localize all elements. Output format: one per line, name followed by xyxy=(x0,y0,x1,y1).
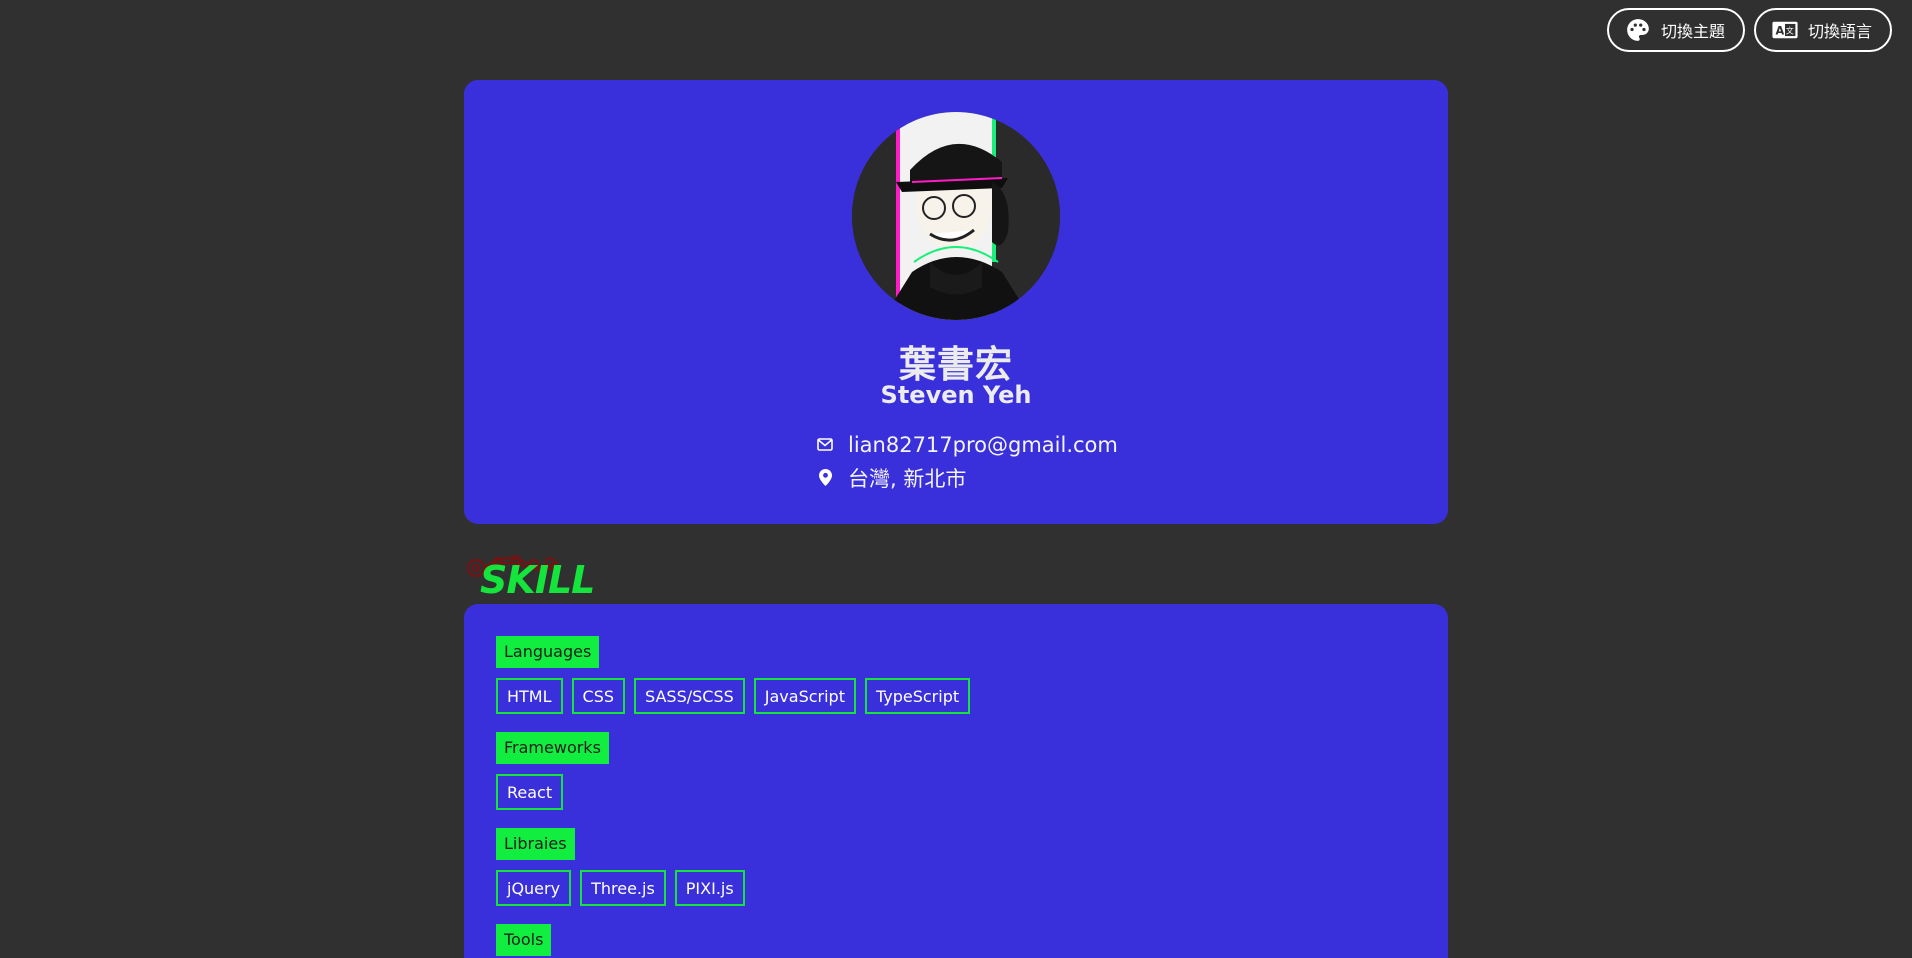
skill-tags: React xyxy=(496,774,1416,810)
skill-group-languages: Languages HTML CSS SASS/SCSS JavaScript … xyxy=(496,636,1416,714)
top-actions: 切換主題 A 文 切換語言 xyxy=(1606,8,1892,52)
skill-tag: HTML xyxy=(496,678,563,714)
switch-language-label: 切換語言 xyxy=(1807,24,1872,41)
skill-tag: React xyxy=(496,774,564,810)
skill-tags: HTML CSS SASS/SCSS JavaScript TypeScript xyxy=(496,678,1416,714)
skill-group-label: Tools xyxy=(496,924,552,956)
svg-text:A: A xyxy=(1775,24,1784,37)
location-row: 台灣, 新北市 xyxy=(816,464,1118,491)
skill-tag: TypeScript xyxy=(864,678,971,714)
name-english: Steven Yeh xyxy=(880,381,1032,409)
email-text[interactable]: lian82717pro@gmail.com xyxy=(848,433,1118,457)
skill-group-label: Frameworks xyxy=(496,732,609,764)
translate-icon: A 文 xyxy=(1772,17,1798,43)
skill-tag: CSS xyxy=(571,678,626,714)
switch-language-button[interactable]: A 文 切換語言 xyxy=(1753,8,1892,52)
skill-group-frameworks: Frameworks React xyxy=(496,732,1416,810)
skill-heading: SKILL xyxy=(464,548,664,602)
skill-tag: Three.js xyxy=(580,870,666,906)
envelope-icon xyxy=(816,436,834,454)
map-pin-icon xyxy=(816,469,834,487)
email-row[interactable]: lian82717pro@gmail.com xyxy=(816,431,1118,458)
skill-tag: SASS/SCSS xyxy=(634,678,745,714)
avatar xyxy=(852,112,1060,320)
skill-tag: jQuery xyxy=(496,870,572,906)
location-text: 台灣, 新北市 xyxy=(848,466,967,491)
skill-group-label: Languages xyxy=(496,636,600,668)
palette-icon xyxy=(1625,17,1651,43)
page: 切換主題 A 文 切換語言 葉書宏 Steven Yeh lian82717pr… xyxy=(0,0,1912,958)
svg-text:文: 文 xyxy=(1786,25,1794,35)
skill-tag: JavaScript xyxy=(753,678,856,714)
switch-theme-button[interactable]: 切換主題 xyxy=(1606,8,1745,52)
skill-section-title: SKILL xyxy=(480,558,595,602)
skill-tag: PIXI.js xyxy=(674,870,745,906)
profile-card: 葉書宏 Steven Yeh lian82717pro@gmail.com 台灣… xyxy=(464,80,1448,524)
skill-group-libraries: Libraies jQuery Three.js PIXI.js xyxy=(496,828,1416,906)
skills-card: Languages HTML CSS SASS/SCSS JavaScript … xyxy=(464,604,1448,958)
skill-group-tools: Tools xyxy=(496,924,1416,956)
skill-group-label: Libraies xyxy=(496,828,575,860)
skill-tags: jQuery Three.js PIXI.js xyxy=(496,870,1416,906)
switch-theme-label: 切換主題 xyxy=(1660,24,1725,41)
contact-info: lian82717pro@gmail.com 台灣, 新北市 xyxy=(816,431,1118,491)
name-chinese: 葉書宏 xyxy=(899,343,1013,386)
